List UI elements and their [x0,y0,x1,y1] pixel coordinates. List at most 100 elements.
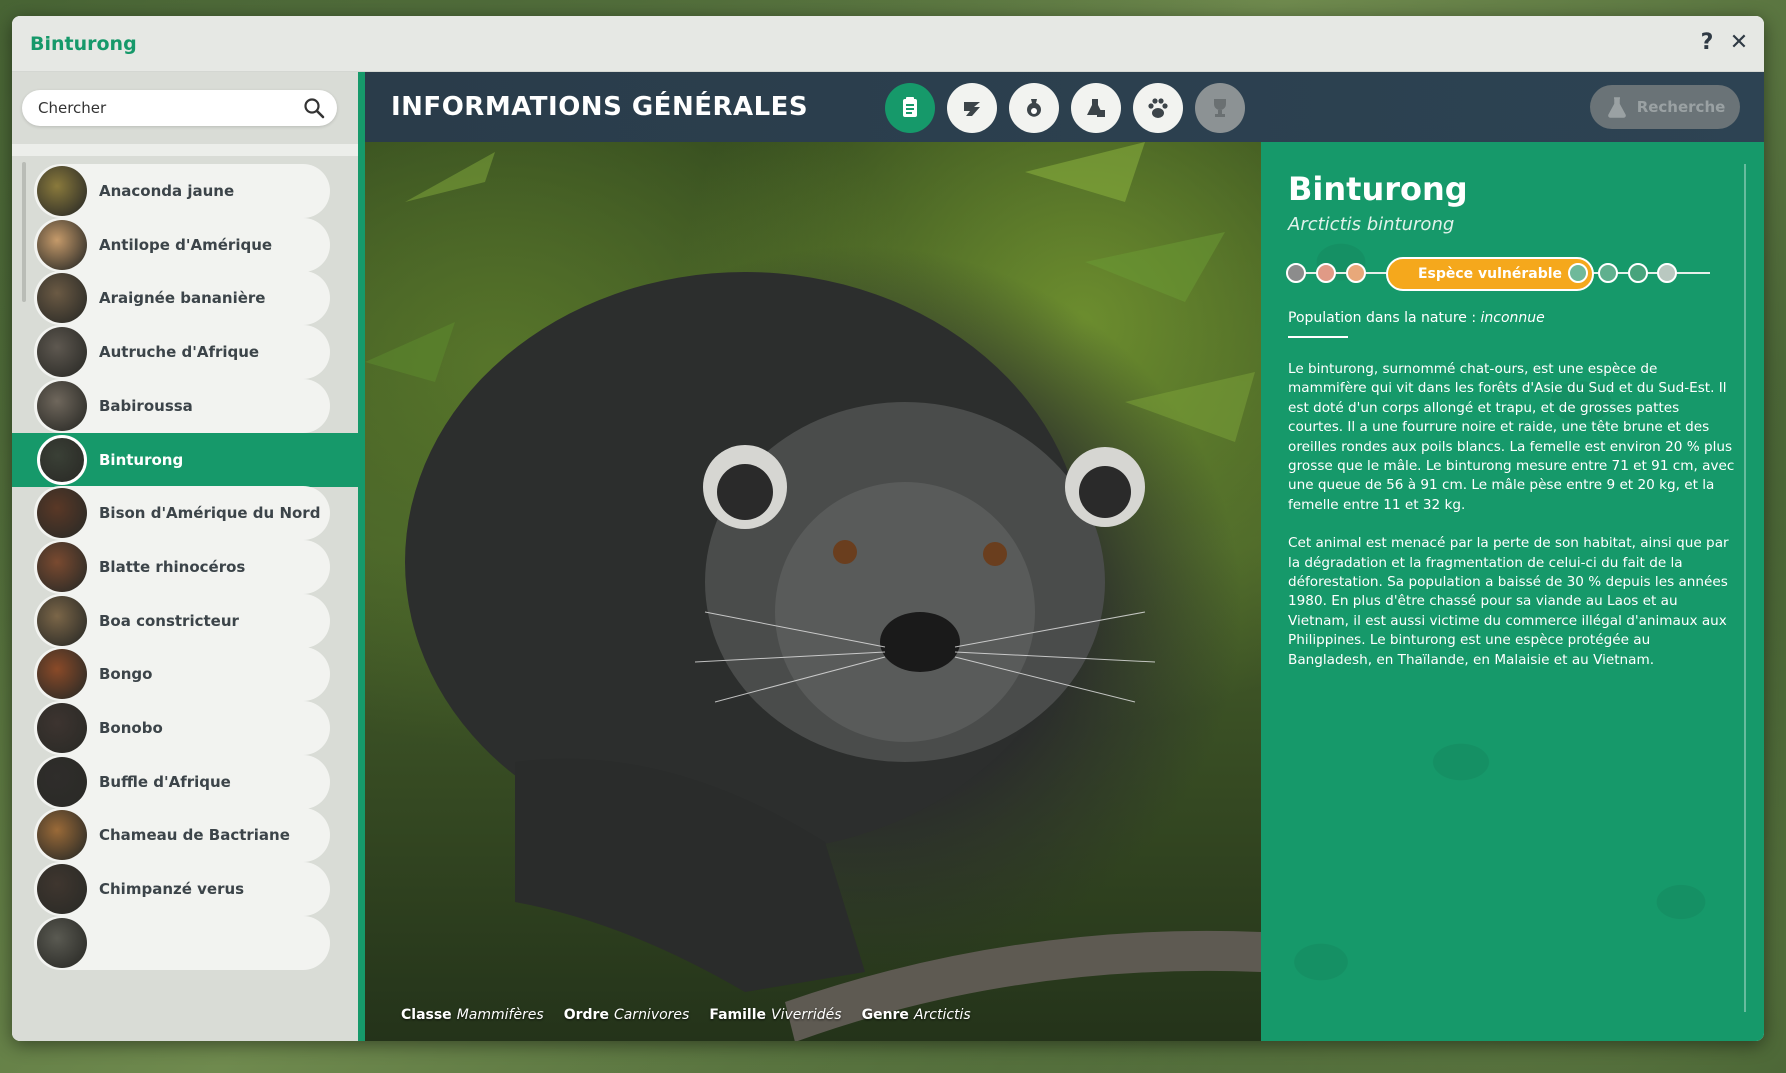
status-dot [1568,263,1588,283]
title-bar: Binturong ? ✕ [12,16,1764,72]
list-item-label: Bonobo [99,719,163,737]
list-item[interactable]: Autruche d'Afrique [34,325,330,380]
tab-food[interactable] [1009,83,1059,133]
list-item-label: Bongo [99,665,153,684]
species-thumbnail [37,864,87,915]
status-dot [1598,263,1618,283]
list-item[interactable]: Araignée bananière [34,271,330,326]
taxonomy-bar: Classe Mammifères Ordre Carnivores Famille… [401,1007,971,1023]
population-value: inconnue [1480,310,1545,326]
tab-paw[interactable] [1133,83,1183,133]
tab-clipboard[interactable] [885,83,935,133]
clipboard-icon [903,97,917,117]
list-item-label: Anaconda jaune [99,182,235,200]
status-dot [1286,263,1306,283]
species-thumbnail [37,380,87,431]
list-item-label: Blatte rhinocéros [99,557,246,576]
genre-label: Genre [861,1007,909,1023]
list-item[interactable]: Chameau de Bactriane [34,808,330,863]
list-item[interactable]: Buffle d'Afrique [34,754,330,809]
species-sidebar: Anaconda jaune Antilope d'Amérique Araigné… [12,72,358,1041]
species-thumbnail [37,327,87,378]
list-item-label: Buffle d'Afrique [99,772,231,791]
search-input[interactable] [38,99,288,117]
status-badge: Espèce vulnérable [1386,257,1594,291]
help-button[interactable]: ? [1696,30,1718,56]
status-dot [1657,263,1677,283]
status-dot [1316,263,1336,283]
species-description: Le binturong, surnommé chat-ours, est un… [1288,360,1736,689]
species-latin-name: Arctictis binturong [1288,214,1455,235]
genre-value: Arctictis [913,1007,971,1023]
list-item[interactable]: Blatte rhinocéros [34,539,330,594]
paw-icon [1148,98,1168,118]
search-box [22,90,337,126]
list-item-label: Boa constricteur [99,611,239,630]
species-thumbnail [37,917,87,968]
status-dot [1346,263,1366,283]
animal-photo: Classe Mammifères Ordre Carnivores Famille… [365,142,1261,1041]
species-thumbnail [37,703,87,753]
list-item-label: Chameau de Bactriane [99,826,290,845]
status-dot [1628,263,1648,283]
zoopedia-window: Binturong ? ✕ Anaconda jaune Antilope d'A… [12,16,1764,1041]
scrollbar[interactable] [22,162,26,302]
species-thumbnail [37,649,87,700]
info-panel: Binturong Arctictis binturong Espèce vul… [1261,142,1764,1041]
description-paragraph: Le binturong, surnommé chat-ours, est un… [1288,361,1735,513]
list-item-label: Araignée bananière [99,289,266,308]
close-button[interactable]: ✕ [1728,30,1750,56]
conservation-status-scale: Espèce vulnérable [1286,257,1720,291]
list-item[interactable]: Binturong [12,432,358,487]
species-thumbnail [37,756,87,807]
trophy-icon [1214,99,1226,117]
list-item[interactable]: Anaconda jaune [34,164,330,218]
list-item[interactable]: Bongo [34,647,330,702]
window-title: Binturong [30,32,137,55]
accent-strip [358,72,365,1041]
species-thumbnail [37,434,87,485]
ordre-label: Ordre [563,1007,609,1023]
famille-label: Famille [709,1007,767,1023]
species-thumbnail [37,810,87,861]
famille-value: Viverridés [771,1007,842,1023]
list-item[interactable]: Bonobo [34,701,330,755]
divider [1288,336,1348,338]
species-list[interactable]: Anaconda jaune Antilope d'Amérique Araigné… [12,156,358,1041]
list-item-label: Antilope d'Amérique [99,235,273,254]
list-item[interactable]: Boa constricteur [34,593,330,648]
description-paragraph: Cet animal est menacé par la perte de so… [1288,535,1729,668]
species-thumbnail [37,541,87,592]
list-item-label: Chimpanzé verus [99,880,245,899]
species-thumbnail [37,166,87,216]
research-button[interactable]: Recherche [1590,85,1740,129]
tab-enrichment[interactable] [1071,83,1121,133]
section-header: INFORMATIONS GÉNÉRALES Recherche [365,72,1764,142]
tab-habitat[interactable] [947,83,997,133]
habitat-icon [964,102,980,116]
species-thumbnail [37,273,87,324]
tab-trophy[interactable] [1195,83,1245,133]
species-name: Binturong [1288,170,1468,208]
page-title: INFORMATIONS GÉNÉRALES [391,92,809,122]
list-item-label: Binturong [99,450,184,469]
sidebar-separator [12,144,358,156]
list-item[interactable]: Bison d'Amérique du Nord [34,486,330,541]
list-item[interactable]: Babiroussa [34,378,330,433]
classe-value: Mammifères [456,1007,544,1023]
list-item[interactable]: Chimpanzé verus [34,862,330,917]
food-icon [1027,99,1041,117]
species-thumbnail [37,219,87,270]
research-label: Recherche [1636,98,1726,116]
search-icon[interactable] [303,97,325,119]
info-scrollbar[interactable] [1744,164,1746,1012]
enrichment-icon [1087,99,1105,117]
list-item[interactable]: Antilope d'Amérique [34,217,330,272]
main-panel: INFORMATIONS GÉNÉRALES Recherche Classe … [358,72,1764,1041]
category-tabs [885,83,1245,133]
ordre-value: Carnivores [613,1007,690,1023]
classe-label: Classe [401,1007,452,1023]
binturong-illustration [365,142,1261,1041]
species-thumbnail [37,595,87,646]
list-item[interactable] [34,915,330,970]
